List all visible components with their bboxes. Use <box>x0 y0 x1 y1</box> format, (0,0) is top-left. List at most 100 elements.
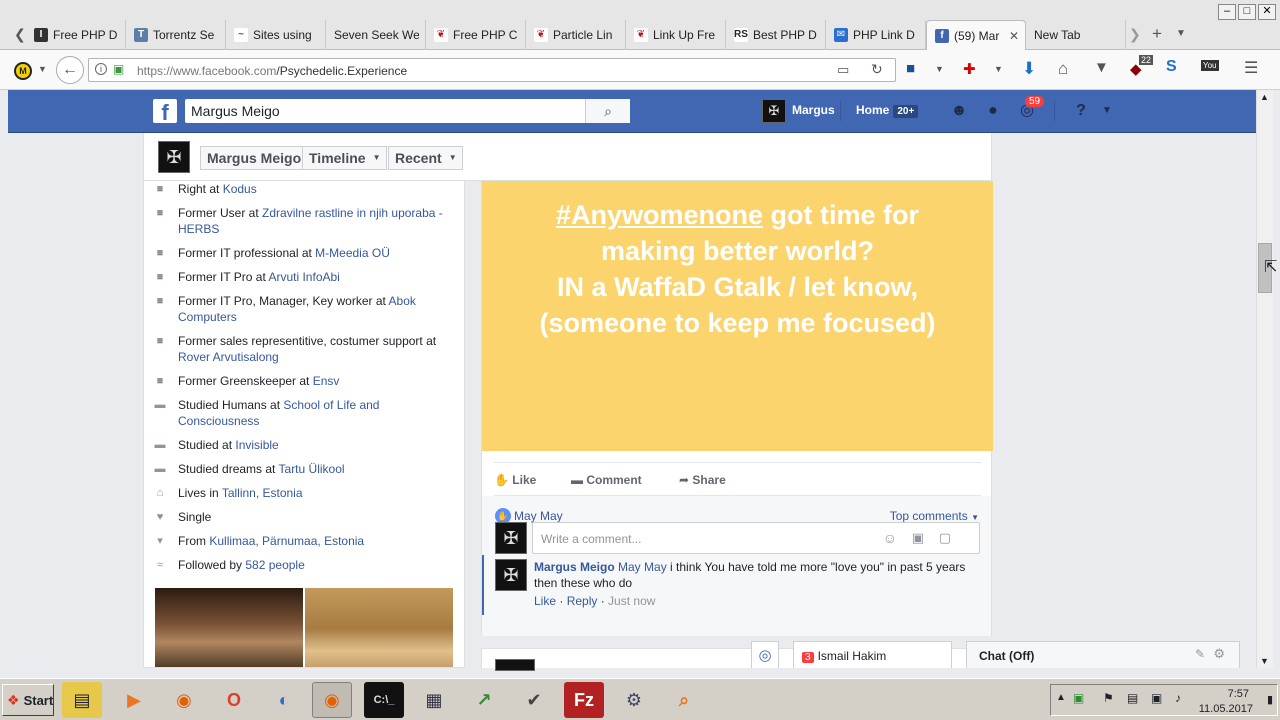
share-button[interactable]: ➦ Share <box>679 473 726 487</box>
scroll-down-icon[interactable]: ▼ <box>1260 656 1269 666</box>
intro-link[interactable]: Tallinn, Estonia <box>222 486 303 500</box>
tab[interactable]: ✉ PHP Link D <box>826 20 926 50</box>
addon-m-icon[interactable]: M <box>14 62 32 80</box>
clock-date[interactable]: 11.05.2017 <box>1199 703 1253 715</box>
s-addon-icon[interactable]: S <box>1166 58 1177 76</box>
tab[interactable]: New Tab <box>1026 20 1126 50</box>
reader-view-icon[interactable]: ▭ <box>837 62 849 78</box>
close-window-icon[interactable]: ✕ <box>1258 4 1276 20</box>
flag-icon[interactable]: ⚑ <box>1103 691 1114 705</box>
addon-menu-chevron-icon[interactable]: ▼ <box>994 64 1003 74</box>
tray-expand-icon[interactable]: ▲ <box>1056 692 1066 703</box>
tray-device-icon[interactable]: ▤ <box>1127 691 1138 705</box>
hamburger-menu-icon[interactable]: ☰ <box>1244 58 1258 78</box>
intro-link[interactable]: Arvuti InfoAbi <box>268 270 339 284</box>
facebook-logo-icon[interactable]: f <box>153 99 177 125</box>
file-explorer-icon[interactable]: ▤ <box>62 682 102 718</box>
top-comments-dropdown[interactable]: Top comments ▼ <box>890 509 979 523</box>
tab-list-icon[interactable]: ▼ <box>1176 28 1186 39</box>
help-icon[interactable]: ? <box>1070 100 1092 122</box>
filezilla-icon[interactable]: Fz <box>564 682 604 718</box>
comment-like-link[interactable]: Like <box>534 594 556 608</box>
reload-icon[interactable]: ↻ <box>871 61 883 78</box>
account-menu-chevron-icon[interactable]: ▼ <box>1096 100 1118 122</box>
command-prompt-icon[interactable]: C:\_ <box>364 682 404 718</box>
facebook-search-input[interactable] <box>185 99 630 123</box>
home-icon[interactable]: ⌂ <box>1058 59 1068 79</box>
recent-dropdown[interactable]: Recent ▼ <box>388 146 463 170</box>
url-text[interactable]: https://www.facebook.com/Psychedelic.Exp… <box>137 64 407 78</box>
minimize-icon[interactable]: – <box>1218 4 1236 20</box>
comment-mention-link[interactable]: May May <box>618 560 667 574</box>
clock-time[interactable]: 7:57 <box>1228 688 1249 700</box>
intro-link[interactable]: Kullimaa, Pärnumaa, Estonia <box>209 534 364 548</box>
youtube-icon[interactable]: You <box>1201 60 1219 71</box>
search-magnifier-icon[interactable]: ⌕ <box>664 682 704 718</box>
tab-scroll-left-icon[interactable]: ❮ <box>14 26 26 43</box>
friend-requests-icon[interactable]: ☻ <box>948 100 970 122</box>
intro-link[interactable]: Rover Arvutisalong <box>178 350 279 364</box>
intro-link[interactable]: M-Meedia OÜ <box>315 246 390 260</box>
info-icon[interactable]: i <box>95 63 107 75</box>
close-tab-icon[interactable]: ✕ <box>1009 29 1019 43</box>
profile-photo-thumbnail[interactable] <box>305 588 453 667</box>
firefox-icon[interactable]: ◉ <box>164 682 204 718</box>
intro-link[interactable]: 582 people <box>245 558 304 572</box>
profile-name-button[interactable]: Margus Meigo <box>200 146 309 170</box>
profile-name-link[interactable]: Margus <box>792 103 835 117</box>
save-icon[interactable]: ■ <box>906 60 915 77</box>
sticker-icon[interactable]: ▢ <box>939 530 951 546</box>
intro-link[interactable]: Kodus <box>223 182 257 196</box>
microphone-icon[interactable]: ✔ <box>514 682 554 718</box>
chat-conversation-tab[interactable]: 3 Ismail Hakim <box>793 641 952 668</box>
network-icon[interactable]: ▣ <box>1151 691 1162 705</box>
profile-avatar[interactable]: ✠ <box>158 141 190 173</box>
download-icon[interactable]: ⬇ <box>1022 59 1036 79</box>
tab[interactable]: ~ Sites using <box>226 20 326 50</box>
tray-app-icon[interactable]: ▣ <box>1073 691 1084 705</box>
new-message-icon[interactable]: ✎ <box>1195 647 1205 661</box>
tab[interactable]: ❦ Link Up Fre <box>626 20 726 50</box>
intro-link[interactable]: Tartu Ülikool <box>279 462 345 476</box>
tab-scroll-right-icon[interactable]: ❯ <box>1129 26 1141 43</box>
tab[interactable]: T Torrentz Se <box>126 20 226 50</box>
chat-sidebar-tab[interactable]: Chat (Off) ✎ ⚙ <box>966 641 1240 668</box>
red-cross-addon-icon[interactable]: ✚ <box>963 60 976 78</box>
profile-avatar[interactable]: ✠ <box>762 99 786 123</box>
hashtag-link[interactable]: #Anywomenone <box>556 200 763 230</box>
chart-app-icon[interactable]: ↗ <box>464 682 504 718</box>
search-icon[interactable]: ⌕ <box>585 99 630 123</box>
page-scrollbar[interactable]: ▲ ▼ <box>1256 90 1273 668</box>
emoji-icon[interactable]: ☺ <box>883 530 897 546</box>
maximize-icon[interactable]: □ <box>1238 4 1256 20</box>
scroll-up-icon[interactable]: ▲ <box>1260 92 1269 102</box>
calculator-icon[interactable]: ▦ <box>414 682 454 718</box>
next-post-avatar[interactable] <box>495 659 535 671</box>
messenger-icon[interactable]: ● <box>982 100 1004 122</box>
media-player-icon[interactable]: ▶ <box>114 682 154 718</box>
thunderbird-icon[interactable]: ◐ <box>264 682 304 718</box>
tab[interactable]: Seven Seek Wel <box>326 20 426 50</box>
opera-icon[interactable]: O <box>214 682 254 718</box>
comment-author-avatar[interactable]: ✠ <box>495 559 527 591</box>
timeline-dropdown[interactable]: Timeline ▼ <box>302 146 387 170</box>
firefox-active-icon[interactable]: ◉ <box>312 682 352 718</box>
tab[interactable]: I Free PHP D <box>26 20 126 50</box>
save-menu-chevron-icon[interactable]: ▼ <box>935 64 944 74</box>
start-button[interactable]: ❖ Start <box>2 684 54 716</box>
like-button[interactable]: ✋ Like <box>494 473 536 487</box>
show-desktop-icon[interactable]: ▮ <box>1267 693 1273 706</box>
new-tab-icon[interactable]: + <box>1152 24 1162 44</box>
home-link[interactable]: Home 20+ <box>856 103 919 118</box>
intro-link[interactable]: Invisible <box>235 438 278 452</box>
tab[interactable]: ❦ Free PHP C <box>426 20 526 50</box>
comment-author-link[interactable]: Margus Meigo <box>534 560 615 574</box>
commenter-avatar[interactable]: ✠ <box>495 522 527 554</box>
profile-photo-thumbnail[interactable] <box>155 588 303 667</box>
network-tool-icon[interactable]: ⚙ <box>614 682 654 718</box>
intro-link[interactable]: Ensv <box>313 374 340 388</box>
chat-globe-icon[interactable]: ◎ <box>751 641 779 668</box>
tab-active[interactable]: f (59) Mar ✕ <box>926 20 1026 51</box>
comment-input[interactable]: Write a comment... ☺ ▣ ▢ <box>532 522 980 554</box>
comment-reply-link[interactable]: Reply <box>567 594 598 608</box>
